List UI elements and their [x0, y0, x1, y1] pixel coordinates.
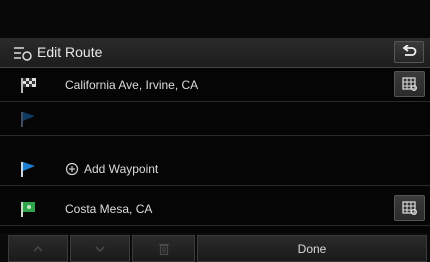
done-label: Done	[297, 242, 327, 256]
route-row-label: Costa Mesa, CA	[65, 202, 153, 216]
route-row-label: California Ave, Irvine, CA	[65, 78, 199, 92]
blue-flag-icon	[21, 162, 35, 177]
add-waypoint-row[interactable]: Add Waypoint	[0, 152, 430, 186]
plus-circle-icon	[65, 162, 79, 176]
trash-icon	[158, 243, 169, 255]
page-title: Edit Route	[37, 44, 103, 60]
move-up-button[interactable]	[8, 235, 68, 262]
map-grid-icon	[402, 201, 417, 215]
map-button[interactable]	[394, 195, 425, 221]
back-arrow-icon	[402, 45, 417, 56]
delete-button[interactable]	[132, 235, 195, 262]
checkered-flag-icon	[21, 78, 36, 93]
chevron-down-icon	[95, 245, 105, 252]
route-row-destination[interactable]: Costa Mesa, CA	[0, 192, 430, 226]
map-grid-icon	[402, 77, 417, 91]
move-down-button[interactable]	[70, 235, 130, 262]
route-row-start[interactable]: California Ave, Irvine, CA	[0, 68, 430, 102]
green-flag-icon	[21, 202, 35, 217]
edit-route-screen: Edit Route California Ave, Irvine, CA Ad…	[0, 0, 430, 262]
done-button[interactable]: Done	[197, 235, 427, 262]
top-bar	[0, 0, 430, 38]
edit-route-icon	[14, 47, 32, 61]
add-waypoint-label: Add Waypoint	[84, 162, 159, 176]
chevron-up-icon	[33, 245, 43, 252]
back-button[interactable]	[394, 41, 424, 63]
blue-flag-icon	[21, 112, 35, 127]
header-bar: Edit Route	[0, 38, 430, 68]
bottom-toolbar: Done	[0, 233, 430, 262]
route-row-waypoint[interactable]	[0, 102, 430, 136]
map-button[interactable]	[394, 71, 425, 97]
